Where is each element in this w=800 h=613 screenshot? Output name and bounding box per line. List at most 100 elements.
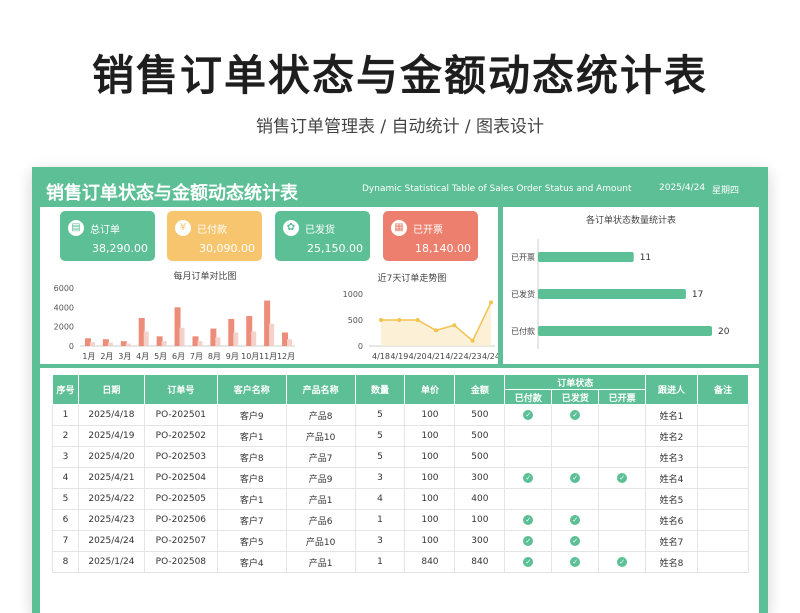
cell-date[interactable]: 2025/4/23 (77, 509, 145, 531)
cell-note[interactable] (697, 530, 749, 552)
cell-no[interactable]: 4 (52, 467, 79, 489)
cell-customer[interactable]: 客户5 (216, 530, 287, 552)
cell-price[interactable]: 100 (404, 509, 456, 531)
cell-no[interactable]: 8 (52, 551, 79, 573)
cell-owner[interactable]: 姓名6 (645, 509, 698, 531)
cell-date[interactable]: 2025/4/22 (77, 488, 145, 510)
cell-product[interactable]: 产品10 (285, 530, 356, 552)
cell-amount[interactable]: 400 (454, 488, 506, 510)
cell-owner[interactable]: 姓名7 (645, 530, 698, 552)
table-row[interactable]: 6 2025/4/23 PO-202506 客户7 产品6 1 100 100 ✓ ✓ 姓名6 (52, 509, 749, 531)
cell-invoiced[interactable] (598, 425, 647, 447)
cell-note[interactable] (697, 488, 749, 510)
cell-customer[interactable]: 客户9 (216, 404, 287, 426)
cell-no[interactable]: 1 (52, 404, 79, 426)
cell-qty[interactable]: 3 (354, 530, 406, 552)
cell-paid[interactable]: ✓ (504, 467, 553, 489)
cell-product[interactable]: 产品9 (285, 467, 356, 489)
cell-amount[interactable]: 500 (454, 446, 506, 468)
cell-paid[interactable] (504, 488, 553, 510)
cell-no[interactable]: 7 (52, 530, 79, 552)
cell-date[interactable]: 2025/4/24 (77, 530, 145, 552)
cell-note[interactable] (697, 425, 749, 447)
cell-product[interactable]: 产品1 (285, 488, 356, 510)
cell-invoiced[interactable] (598, 509, 647, 531)
cell-price[interactable]: 100 (404, 488, 456, 510)
cell-invoiced[interactable]: ✓ (598, 467, 647, 489)
cell-owner[interactable]: 姓名4 (645, 467, 698, 489)
cell-order[interactable]: PO-202503 (143, 446, 218, 468)
cell-shipped[interactable] (551, 446, 600, 468)
cell-owner[interactable]: 姓名5 (645, 488, 698, 510)
cell-customer[interactable]: 客户1 (216, 425, 287, 447)
cell-shipped[interactable]: ✓ (551, 467, 600, 489)
cell-note[interactable] (697, 467, 749, 489)
cell-price[interactable]: 840 (404, 551, 456, 573)
cell-paid[interactable] (504, 446, 553, 468)
cell-customer[interactable]: 客户8 (216, 467, 287, 489)
table-row[interactable]: 5 2025/4/22 PO-202505 客户1 产品1 4 100 400 姓名5 (52, 488, 749, 510)
cell-paid[interactable] (504, 425, 553, 447)
cell-note[interactable] (697, 509, 749, 531)
cell-qty[interactable]: 3 (354, 467, 406, 489)
cell-no[interactable]: 3 (52, 446, 79, 468)
table-row[interactable]: 1 2025/4/18 PO-202501 客户9 产品8 5 100 500 ✓ ✓ 姓名1 (52, 404, 749, 426)
table-row[interactable]: 7 2025/4/24 PO-202507 客户5 产品10 3 100 300 ✓ ✓ 姓名7 (52, 530, 749, 552)
cell-owner[interactable]: 姓名3 (645, 446, 698, 468)
cell-amount[interactable]: 300 (454, 467, 506, 489)
cell-customer[interactable]: 客户8 (216, 446, 287, 468)
cell-amount[interactable]: 500 (454, 404, 506, 426)
cell-no[interactable]: 6 (52, 509, 79, 531)
cell-customer[interactable]: 客户4 (216, 551, 287, 573)
cell-qty[interactable]: 1 (354, 509, 406, 531)
cell-invoiced[interactable] (598, 488, 647, 510)
cell-product[interactable]: 产品8 (285, 404, 356, 426)
cell-amount[interactable]: 300 (454, 530, 506, 552)
cell-date[interactable]: 2025/1/24 (77, 551, 145, 573)
cell-price[interactable]: 100 (404, 530, 456, 552)
cell-paid[interactable]: ✓ (504, 404, 553, 426)
cell-owner[interactable]: 姓名1 (645, 404, 698, 426)
cell-no[interactable]: 2 (52, 425, 79, 447)
cell-customer[interactable]: 客户7 (216, 509, 287, 531)
cell-no[interactable]: 5 (52, 488, 79, 510)
cell-order[interactable]: PO-202505 (143, 488, 218, 510)
cell-note[interactable] (697, 404, 749, 426)
cell-shipped[interactable] (551, 488, 600, 510)
table-row[interactable]: 8 2025/1/24 PO-202508 客户4 产品1 1 840 840 ✓ ✓ ✓ 姓名8 (52, 551, 749, 573)
cell-order[interactable]: PO-202504 (143, 467, 218, 489)
cell-order[interactable]: PO-202507 (143, 530, 218, 552)
cell-amount[interactable]: 840 (454, 551, 506, 573)
cell-note[interactable] (697, 446, 749, 468)
cell-order[interactable]: PO-202506 (143, 509, 218, 531)
cell-customer[interactable]: 客户1 (216, 488, 287, 510)
cell-shipped[interactable]: ✓ (551, 551, 600, 573)
cell-paid[interactable]: ✓ (504, 551, 553, 573)
cell-qty[interactable]: 1 (354, 551, 406, 573)
table-row[interactable]: 2 2025/4/19 PO-202502 客户1 产品10 5 100 500 姓名2 (52, 425, 749, 447)
cell-price[interactable]: 100 (404, 467, 456, 489)
cell-date[interactable]: 2025/4/21 (77, 467, 145, 489)
table-row[interactable]: 3 2025/4/20 PO-202503 客户8 产品7 5 100 500 姓名3 (52, 446, 749, 468)
cell-date[interactable]: 2025/4/20 (77, 446, 145, 468)
cell-qty[interactable]: 5 (354, 446, 406, 468)
cell-invoiced[interactable]: ✓ (598, 551, 647, 573)
cell-paid[interactable]: ✓ (504, 530, 553, 552)
cell-owner[interactable]: 姓名8 (645, 551, 698, 573)
cell-qty[interactable]: 5 (354, 425, 406, 447)
cell-shipped[interactable]: ✓ (551, 509, 600, 531)
cell-price[interactable]: 100 (404, 425, 456, 447)
cell-invoiced[interactable] (598, 404, 647, 426)
cell-qty[interactable]: 5 (354, 404, 406, 426)
table-row[interactable]: 4 2025/4/21 PO-202504 客户8 产品9 3 100 300 ✓ ✓ ✓ 姓名4 (52, 467, 749, 489)
cell-invoiced[interactable] (598, 530, 647, 552)
cell-order[interactable]: PO-202501 (143, 404, 218, 426)
cell-shipped[interactable]: ✓ (551, 404, 600, 426)
cell-shipped[interactable]: ✓ (551, 530, 600, 552)
cell-product[interactable]: 产品1 (285, 551, 356, 573)
cell-qty[interactable]: 4 (354, 488, 406, 510)
cell-order[interactable]: PO-202508 (143, 551, 218, 573)
cell-product[interactable]: 产品6 (285, 509, 356, 531)
cell-order[interactable]: PO-202502 (143, 425, 218, 447)
cell-price[interactable]: 100 (404, 446, 456, 468)
